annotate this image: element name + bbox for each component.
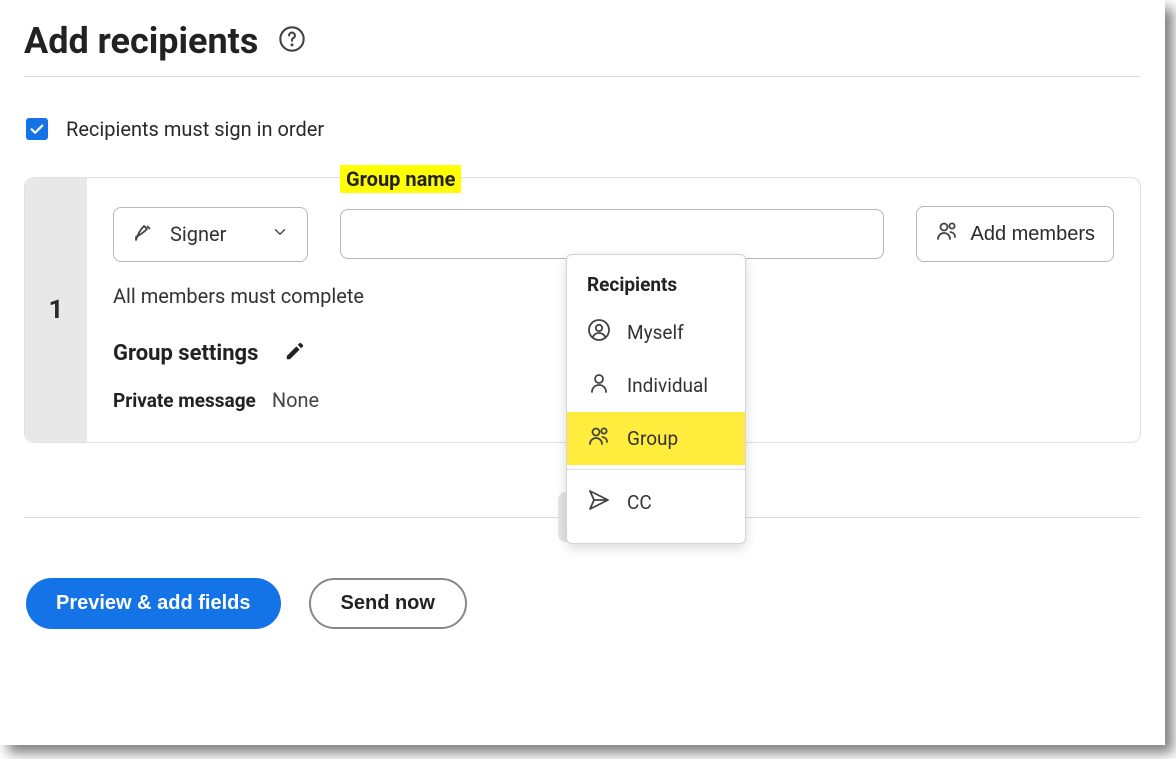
send-button-label: Send now — [341, 592, 435, 614]
send-now-button[interactable]: Send now — [309, 578, 467, 629]
group-name-label: Group name — [340, 165, 461, 193]
popover-item-myself[interactable]: Myself — [567, 306, 745, 359]
popover-item-individual[interactable]: Individual — [567, 359, 745, 412]
page-title: Add recipients — [24, 20, 258, 62]
members-icon — [935, 219, 959, 249]
popover-item-label: Group — [627, 427, 678, 450]
popover-item-cc[interactable]: CC — [567, 469, 745, 529]
private-message-label: Private message — [113, 389, 256, 412]
popover-item-label: Myself — [627, 321, 684, 344]
role-label: Signer — [170, 222, 226, 246]
sign-in-order-label: Recipients must sign in order — [66, 117, 324, 141]
popover-heading: Recipients — [567, 273, 745, 306]
group-icon — [587, 424, 611, 453]
preview-add-fields-button[interactable]: Preview & add fields — [26, 578, 281, 629]
help-icon[interactable] — [278, 25, 306, 57]
chevron-down-icon — [271, 222, 289, 246]
recipients-popover: Recipients Myself Individual — [566, 254, 746, 544]
add-members-button[interactable]: Add members — [916, 206, 1115, 262]
recipient-order-number: 1 — [25, 178, 87, 442]
popover-item-group[interactable]: Group — [567, 412, 745, 465]
edit-icon[interactable] — [284, 340, 306, 366]
role-select[interactable]: Signer — [113, 207, 308, 262]
add-members-label: Add members — [971, 223, 1096, 246]
signer-icon — [132, 220, 156, 249]
cc-icon — [587, 488, 611, 517]
myself-icon — [587, 318, 611, 347]
individual-icon — [587, 371, 611, 400]
popover-item-label: Individual — [627, 374, 708, 397]
group-name-input[interactable] — [340, 209, 884, 259]
group-settings-label: Group settings — [113, 341, 258, 366]
private-message-value: None — [272, 388, 319, 412]
popover-item-label: CC — [627, 491, 652, 514]
sign-in-order-checkbox[interactable] — [26, 118, 48, 140]
order-number: 1 — [49, 295, 64, 325]
preview-button-label: Preview & add fields — [56, 592, 251, 614]
